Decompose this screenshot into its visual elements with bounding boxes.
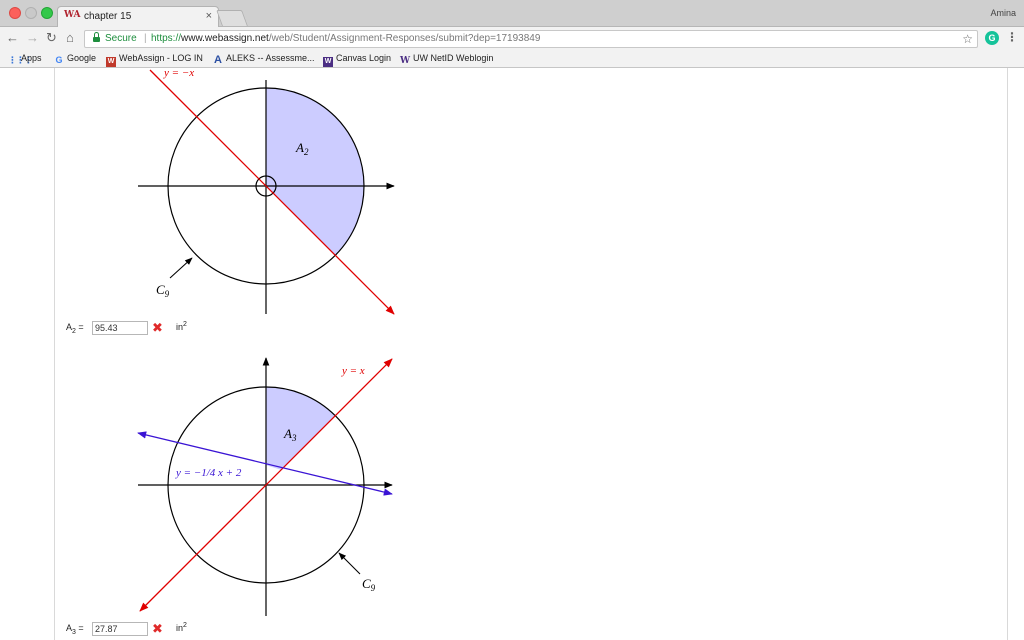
c9-pointer-arrow-2 bbox=[338, 552, 361, 575]
tab-close-icon[interactable]: × bbox=[206, 10, 212, 22]
forward-arrow-icon[interactable]: → bbox=[26, 31, 39, 45]
uw-icon: W bbox=[400, 56, 411, 66]
bookmark-google[interactable]: G Google bbox=[54, 53, 96, 65]
back-arrow-icon[interactable]: ← bbox=[6, 31, 19, 45]
grammarly-extension-icon[interactable]: G bbox=[985, 31, 999, 45]
bookmarks-bar: ⋮⋮⋮Apps G Google W WebAssign - LOG IN A ALE… bbox=[0, 51, 1024, 68]
apps-grid-icon: ⋮⋮⋮ bbox=[8, 55, 33, 65]
incorrect-x-icon: ✖ bbox=[152, 320, 163, 335]
bookmark-canvas[interactable]: W Canvas Login bbox=[323, 53, 391, 67]
url-separator: | bbox=[144, 33, 147, 44]
tab-chapter-15[interactable]: WA chapter 15 × bbox=[57, 6, 219, 28]
label-c9-bottom: C9 bbox=[362, 576, 376, 593]
figure-a2-circle-region: y = −x A2 C9 bbox=[138, 68, 395, 315]
label-y-eq-x: y = x bbox=[341, 365, 365, 377]
region-a3 bbox=[266, 387, 336, 470]
minimize-window-button[interactable] bbox=[25, 7, 37, 19]
reload-icon[interactable]: ↻ bbox=[46, 31, 57, 45]
close-window-button[interactable] bbox=[9, 7, 21, 19]
region-a2 bbox=[266, 88, 365, 256]
zoom-window-button[interactable] bbox=[41, 7, 53, 19]
tab-title: chapter 15 bbox=[84, 11, 132, 22]
browser-menu-icon[interactable]: ⋮ bbox=[1006, 30, 1018, 44]
unit-in2: in2 bbox=[176, 321, 187, 332]
bookmark-uw-netid[interactable]: W UW NetID Weblogin bbox=[400, 53, 493, 66]
label-c9: C9 bbox=[156, 282, 170, 299]
bookmark-star-icon[interactable]: ☆ bbox=[962, 32, 973, 46]
aleks-icon: A bbox=[214, 54, 222, 66]
address-bar[interactable]: Secure | https://www.webassign.net/web/S… bbox=[84, 30, 978, 48]
answer-label-a3: A3 = bbox=[66, 623, 84, 636]
window-titlebar: WA chapter 15 × Amina bbox=[0, 0, 1024, 28]
canvas-icon: W bbox=[323, 57, 333, 67]
google-icon: G bbox=[55, 55, 63, 65]
bookmark-apps[interactable]: ⋮⋮⋮Apps bbox=[8, 53, 42, 65]
secure-label: Secure bbox=[105, 33, 137, 44]
lock-icon bbox=[93, 32, 100, 43]
incorrect-x-icon: ✖ bbox=[152, 621, 163, 636]
new-tab-button[interactable] bbox=[216, 10, 248, 26]
label-y-neg-x: y = −x bbox=[163, 68, 194, 79]
unit-in2: in2 bbox=[176, 622, 187, 633]
figure-a3-circle-region: y = x y = −1/4 x + 2 A3 C9 bbox=[137, 357, 393, 616]
c9-pointer-arrow bbox=[169, 257, 193, 279]
bookmark-aleks[interactable]: A ALEKS -- Assessme... bbox=[213, 53, 315, 66]
label-y-neg-quarter-x-plus-2: y = −1/4 x + 2 bbox=[175, 467, 242, 479]
bookmark-webassign[interactable]: W WebAssign - LOG IN bbox=[106, 53, 203, 67]
assignment-page: y = −x A2 C9 A2 = ✖ in2 y = x y = −1/4 x… bbox=[0, 68, 1024, 640]
answer-label-a2: A2 = bbox=[66, 322, 84, 335]
profile-name[interactable]: Amina bbox=[990, 8, 1016, 18]
webassign-icon: W bbox=[106, 57, 116, 67]
browser-toolbar: ← → ↻ ⌂ Secure | https://www.webassign.n… bbox=[0, 27, 1024, 51]
url-text[interactable]: https://www.webassign.net/web/Student/As… bbox=[151, 33, 540, 44]
answer-input-a3[interactable] bbox=[92, 622, 148, 636]
webassign-favicon-icon: WA bbox=[64, 10, 81, 20]
home-icon[interactable]: ⌂ bbox=[66, 31, 74, 45]
answer-input-a2[interactable] bbox=[92, 321, 148, 335]
